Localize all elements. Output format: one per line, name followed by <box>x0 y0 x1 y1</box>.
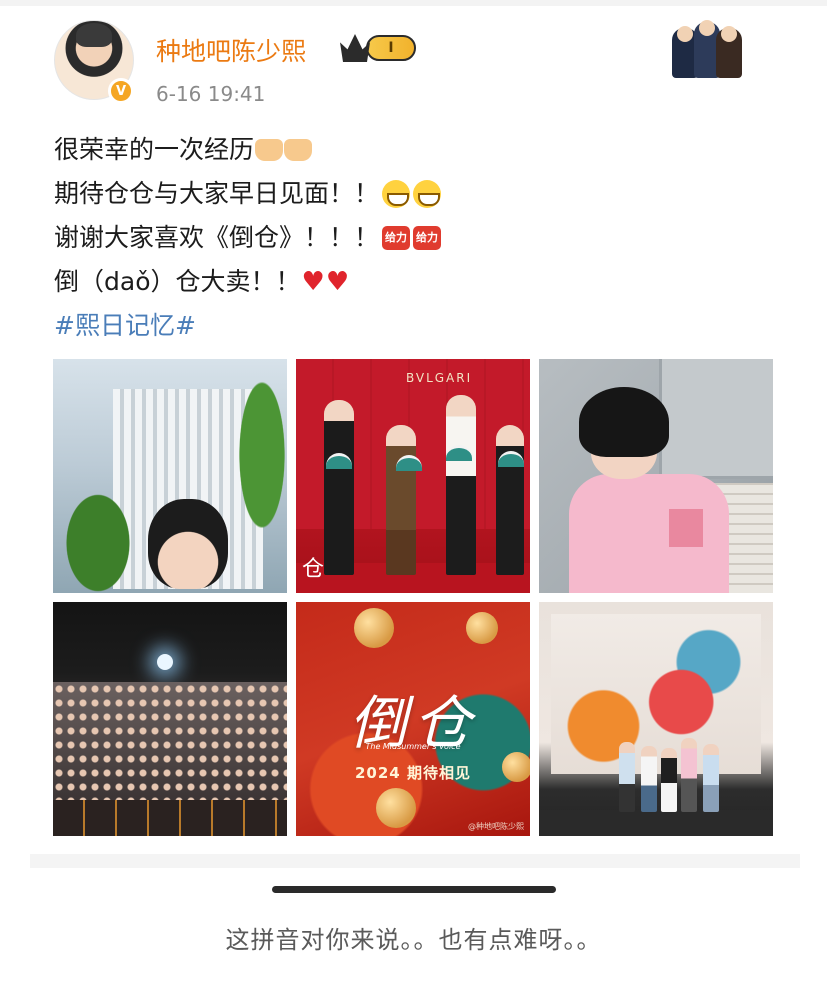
verified-v-icon: V <box>108 78 134 104</box>
lantern-ball <box>354 608 394 648</box>
image-tile[interactable] <box>539 359 773 593</box>
sticker-face <box>721 26 737 42</box>
pray-emoji-icon <box>255 139 284 161</box>
grin-emoji-icon <box>413 180 442 208</box>
poster-watermark: @种地吧陈少熙 <box>468 822 524 831</box>
heart-emoji-icon: ♥ <box>301 267 325 297</box>
content-text: 很荣幸的一次经历 <box>54 135 255 164</box>
cheer-emoji-icon: 给力 <box>413 226 442 250</box>
lantern-ball <box>376 788 416 828</box>
image-tile[interactable]: 倒仓 The Midsummer's Voice 2024 期待相见 @种地吧陈… <box>296 602 530 836</box>
photo-pocket <box>669 509 703 547</box>
photo-person <box>496 425 524 575</box>
poster-subtitle: The Midsummer's Voice <box>365 742 461 751</box>
anime-characters-icon[interactable] <box>670 20 744 78</box>
content-line: 很荣幸的一次经历 <box>54 128 774 172</box>
photo-stage <box>539 810 773 836</box>
photo-person <box>703 744 719 812</box>
vip-badge[interactable]: I <box>340 34 416 62</box>
username[interactable]: 种地吧陈少熙 <box>156 32 306 68</box>
photo-hair <box>579 387 669 457</box>
cheer-emoji-icon: 给力 <box>382 226 411 250</box>
image-tile[interactable]: BVLGARI 仓 <box>296 359 530 593</box>
weibo-post-card: V 种地吧陈少熙 I 6-16 19:41 很荣幸的一次经历 期待仓仓与大家早日… <box>30 6 800 856</box>
sticker-face <box>699 20 715 36</box>
stage-light <box>157 654 173 670</box>
image-tile[interactable] <box>53 359 287 593</box>
vip-level-label: I <box>366 35 416 61</box>
photo-person <box>324 400 354 575</box>
poster-year: 2024 期待相见 <box>355 764 471 782</box>
photo-wall-panel <box>659 359 773 479</box>
hashtag-link[interactable]: #熙日记忆# <box>54 304 196 348</box>
avatar-husky-ears <box>76 23 112 47</box>
heart-emoji-icon: ♥ <box>325 267 350 297</box>
grin-emoji-icon <box>382 180 411 208</box>
photo-overlay-text: 仓 <box>302 557 325 582</box>
photo-person <box>569 474 729 593</box>
photo-person <box>619 742 635 812</box>
content-line: 倒（daǒ）仓大卖！！ ♥ ♥ <box>54 260 774 304</box>
photo-person <box>386 425 416 575</box>
photo-brand-text: BVLGARI <box>406 371 473 385</box>
post-timestamp: 6-16 19:41 <box>156 82 266 106</box>
image-tile[interactable] <box>539 602 773 836</box>
comment-caption: 这拼音对你来说。。也有点难呀。。 <box>225 926 602 954</box>
lantern-ball <box>466 612 498 644</box>
photo-person <box>446 395 476 575</box>
photo-person <box>148 499 228 589</box>
photo-person <box>681 738 697 812</box>
card-divider <box>30 854 800 868</box>
photo-person <box>661 748 677 812</box>
photo-plant <box>53 459 153 593</box>
content-text: 谢谢大家喜欢《倒仓》！！！ <box>54 223 380 252</box>
photo-floor <box>53 800 287 836</box>
content-text: 倒（daǒ）仓大卖！！ <box>54 267 301 296</box>
crown-icon <box>340 34 370 62</box>
content-line: 谢谢大家喜欢《倒仓》！！！ 给力 给力 <box>54 216 774 260</box>
comment-footer: 这拼音对你来说。。也有点难呀。。 <box>0 868 827 982</box>
content-line: 期待仓仓与大家早日见面！！ <box>54 172 774 216</box>
pray-emoji-icon <box>284 139 313 161</box>
image-tile[interactable] <box>53 602 287 836</box>
content-line: #熙日记忆# <box>54 304 774 348</box>
post-content: 很荣幸的一次经历 期待仓仓与大家早日见面！！ 谢谢大家喜欢《倒仓》！！！ 给力 … <box>54 128 774 348</box>
photo-person <box>641 746 657 812</box>
home-indicator-bar[interactable] <box>272 886 556 893</box>
sticker-face <box>677 26 693 42</box>
content-text: 期待仓仓与大家早日见面！！ <box>54 179 380 208</box>
photo-audience <box>53 682 287 802</box>
